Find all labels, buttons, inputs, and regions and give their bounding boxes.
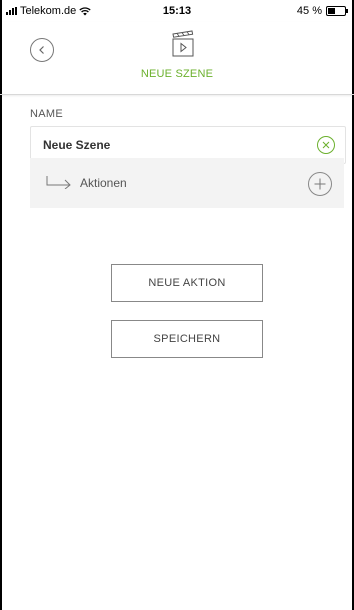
battery-group: 45 % (296, 5, 348, 17)
battery-level (328, 8, 336, 14)
name-value[interactable]: Neue Szene (43, 138, 110, 152)
actions-row[interactable]: Aktionen (30, 158, 344, 208)
new-action-button[interactable]: NEUE AKTION (111, 264, 263, 302)
name-label: NAME (30, 108, 63, 120)
clapperboard-icon (172, 30, 194, 57)
add-action-button[interactable] (308, 172, 332, 196)
status-bar: Telekom.de 15:13 45 % (0, 0, 354, 22)
page-title: NEUE SZENE (140, 68, 214, 80)
arrow-right-icon (46, 176, 71, 189)
clear-button[interactable] (317, 136, 335, 154)
plus-icon (314, 178, 326, 190)
battery-percent: 45 % (296, 5, 322, 17)
close-icon (322, 141, 330, 149)
chevron-left-icon (39, 46, 44, 54)
save-button[interactable]: SPEICHERN (111, 320, 263, 358)
header: NEUE SZENE (0, 22, 354, 95)
back-button[interactable] (30, 38, 54, 62)
actions-label: Aktionen (80, 176, 127, 190)
battery-icon (326, 6, 348, 16)
